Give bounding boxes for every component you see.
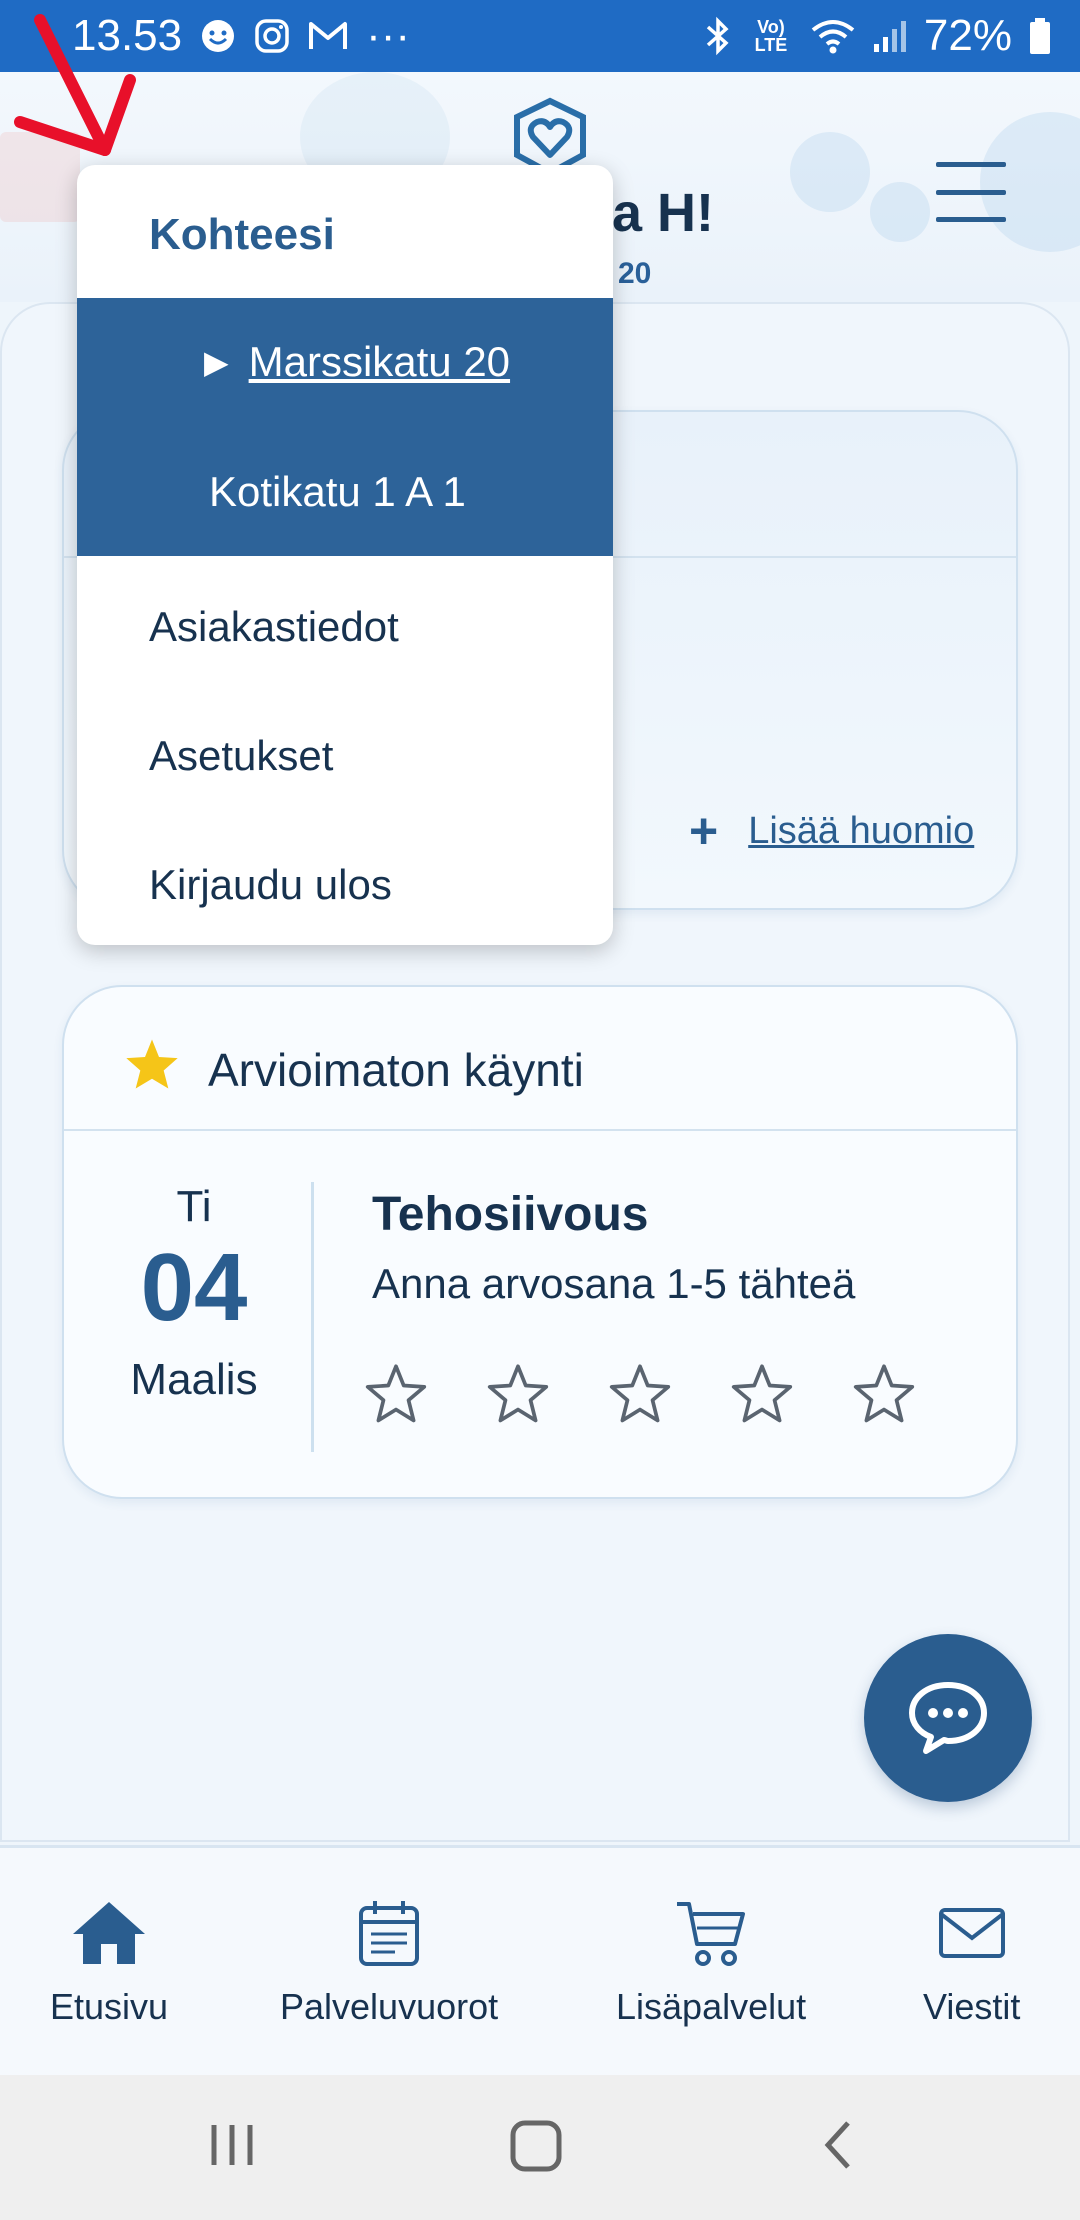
chat-bubble-icon (909, 1682, 987, 1754)
more-notifications-icon: ··· (366, 11, 411, 60)
status-bar: 13.53 ··· Vo) LTE 72% (0, 0, 1080, 72)
active-site-marker-icon: ▶ (204, 344, 229, 380)
battery-percentage: 72% (923, 11, 1012, 60)
home-system-button[interactable] (508, 2115, 564, 2180)
bluetooth-icon (704, 16, 732, 56)
site-label: Kotikatu 1 A 1 (209, 468, 466, 515)
card-divider (64, 1129, 1016, 1131)
battery-icon (1028, 16, 1052, 56)
rating-star-1[interactable] (364, 1362, 428, 1424)
mail-icon (938, 1908, 1005, 1958)
service-name: Tehosiivous (372, 1188, 649, 1241)
hamburger-menu-button[interactable] (936, 162, 1006, 222)
nav-label: Palveluvuorot (280, 1986, 499, 2027)
menu-item-logout[interactable]: Kirjaudu ulos (149, 861, 392, 909)
current-address-text: 20 (618, 257, 652, 290)
calendar-icon (359, 1901, 420, 1966)
menu-item-customer-info[interactable]: Asiakastiedot (149, 603, 399, 651)
gmail-notification-icon (308, 20, 348, 52)
unrated-visit-card: Arvioimaton käynti Ti 04 Maalis Tehosiiv… (62, 985, 1018, 1499)
recent-apps-button[interactable] (208, 2115, 256, 2180)
site-item-kotikatu[interactable]: Kotikatu 1 A 1 (209, 468, 466, 516)
sites-list: ▶ Marssikatu 20 Kotikatu 1 A 1 (77, 298, 613, 556)
menu-line (936, 162, 1006, 167)
visit-day-of-week: Ti (176, 1182, 212, 1231)
add-note-label: Lisää huomio (748, 809, 975, 852)
rating-star-4[interactable] (730, 1362, 794, 1424)
back-system-button[interactable] (820, 2115, 856, 2180)
site-item-marssikatu[interactable]: ▶ Marssikatu 20 (204, 338, 510, 386)
nav-home[interactable]: Etusivu (50, 1898, 168, 2028)
nav-label: Viestit (923, 1986, 1021, 2027)
home-icon (73, 1902, 146, 1964)
card-title: Arvioimaton käynti (208, 1043, 584, 1096)
menu-item-settings[interactable]: Asetukset (149, 732, 333, 780)
site-label: Marssikatu 20 (248, 338, 511, 385)
star-icon (124, 1037, 180, 1102)
visit-day: 04 (140, 1234, 248, 1341)
annotation-arrow-icon (10, 10, 150, 165)
recent-apps-icon (211, 2125, 253, 2165)
home-square-icon (510, 2120, 562, 2172)
rating-hint: Anna arvosana 1-5 tähteä (372, 1260, 856, 1307)
add-note-link[interactable]: + Lisää huomio (689, 802, 974, 860)
star-rating (364, 1362, 916, 1424)
rating-star-5[interactable] (852, 1362, 916, 1424)
nav-shifts[interactable]: Palveluvuorot (280, 1898, 498, 2028)
system-navigation-bar (0, 2075, 1080, 2220)
plus-icon: + (689, 803, 719, 859)
menu-line (936, 189, 1006, 195)
back-chevron-icon (824, 2121, 850, 2169)
visit-date: Ti 04 Maalis (104, 1182, 284, 1405)
signal-icon (872, 18, 908, 54)
instagram-notification-icon (254, 18, 290, 54)
volte-icon: Vo) LTE (754, 17, 788, 55)
date-divider (311, 1182, 314, 1452)
bottom-navigation: Etusivu Palveluvuorot Lisäpalvelut Viest… (0, 1845, 1080, 2075)
chat-button[interactable] (864, 1634, 1032, 1802)
visit-month: Maalis (130, 1354, 258, 1404)
menu-line (936, 217, 1006, 222)
rating-star-3[interactable] (608, 1362, 672, 1424)
sites-heading: Kohteesi (149, 210, 335, 259)
wifi-icon (810, 18, 856, 54)
rating-star-2[interactable] (486, 1362, 550, 1424)
profile-dropdown-menu: Kohteesi ▶ Marssikatu 20 Kotikatu 1 A 1 … (77, 165, 613, 945)
nav-messages[interactable]: Viestit (923, 1898, 1020, 2028)
nav-label: Lisäpalvelut (616, 1986, 807, 2027)
cart-icon (677, 1902, 746, 1966)
smiley-notification-icon (200, 18, 236, 54)
service-info: Tehosiivous Anna arvosana 1-5 tähteä (372, 1187, 855, 1308)
greeting-text: a H! (612, 183, 715, 243)
nav-label: Etusivu (50, 1986, 169, 2027)
nav-extra-services[interactable]: Lisäpalvelut (616, 1898, 806, 2028)
